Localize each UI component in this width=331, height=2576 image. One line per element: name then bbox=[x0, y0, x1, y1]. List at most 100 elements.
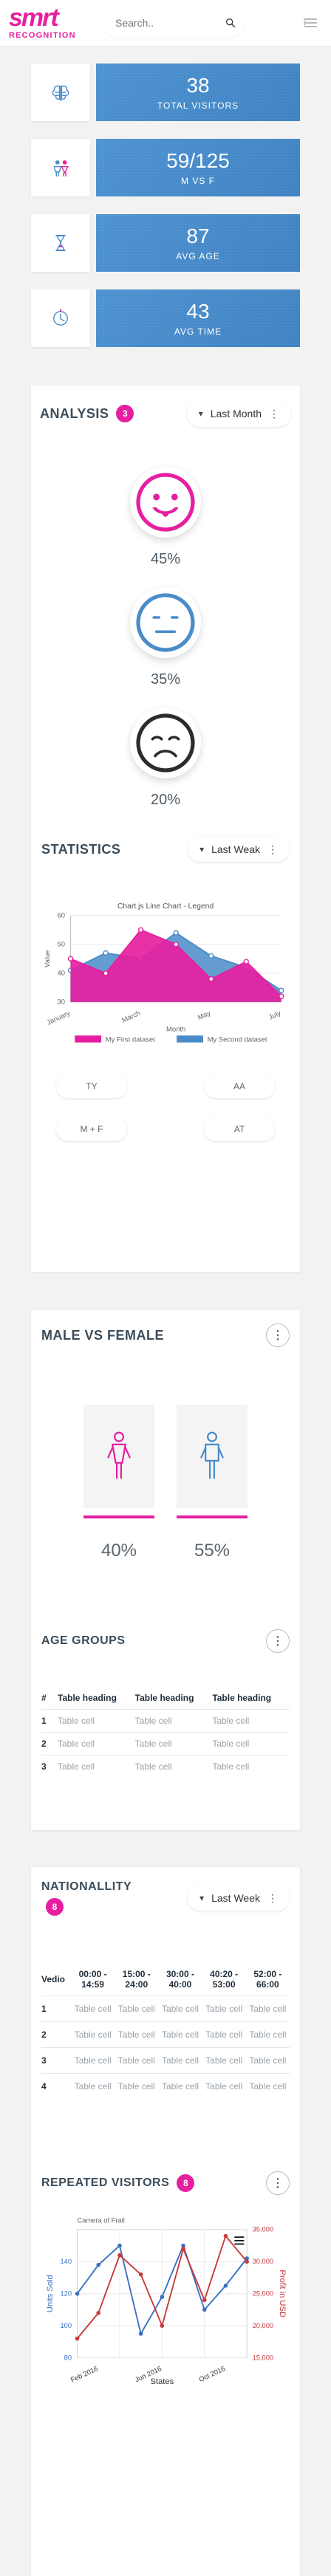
row-index: 3 bbox=[41, 1761, 47, 1772]
repeat-point bbox=[75, 2336, 80, 2341]
stats-legend-label: My First dataset bbox=[106, 1036, 156, 1044]
table-cell: Table cell bbox=[205, 2055, 243, 2066]
stats-legend-swatch bbox=[177, 1035, 203, 1043]
male-icon bbox=[200, 1431, 224, 1479]
nationality-card: NATIONALLITY 8 ▾ Last Week ⋮ Vedio 00:00… bbox=[31, 1867, 300, 2576]
nationality-header: NATIONALLITY 8 ▾ Last Week ⋮ bbox=[41, 1880, 290, 1916]
repeated-visitors-badge: 8 bbox=[177, 2174, 195, 2192]
happy-face bbox=[130, 467, 201, 538]
statistics-range-label: Last Weak bbox=[211, 843, 260, 855]
repeat-x-label: States bbox=[150, 2377, 174, 2386]
nationality-range-dropdown[interactable]: ▾ Last Week ⋮ bbox=[188, 1885, 290, 1911]
table-cell: Table cell bbox=[161, 2081, 199, 2092]
stats-x-tick: March bbox=[120, 1010, 141, 1025]
menu-collapse-button[interactable] bbox=[298, 11, 322, 35]
app-logo: smrt RECOGNITION bbox=[9, 5, 98, 40]
table-cell: Table cell bbox=[249, 2029, 287, 2040]
repeat-right-tick: 15,000 bbox=[253, 2354, 274, 2361]
table-cell: Table cell bbox=[249, 2004, 287, 2014]
stat-total-visitors[interactable]: 38 TOTAL VISITORS bbox=[31, 64, 300, 121]
repeated-visitors-menu[interactable]: ⋮ bbox=[266, 2171, 290, 2195]
table-cell: Table cell bbox=[249, 2055, 287, 2066]
table-cell: Table cell bbox=[74, 2055, 112, 2066]
male-vs-female-header: MALE VS FEMALE ⋮ bbox=[41, 1323, 290, 1347]
clock-icon bbox=[53, 309, 68, 326]
stat-avg-time[interactable]: 43 AVG TIME bbox=[31, 290, 300, 347]
stat-label: TOTAL VISITORS bbox=[157, 100, 239, 111]
repeat-point bbox=[117, 2253, 122, 2258]
stat-number: 43 bbox=[186, 300, 210, 323]
analysis-range-dropdown[interactable]: ▾ Last Month ⋮ bbox=[186, 400, 291, 427]
male-underline bbox=[177, 1515, 248, 1518]
male-vs-female-menu[interactable]: ⋮ bbox=[266, 1323, 290, 1347]
table-row: 2 Table cell Table cell Table cell bbox=[41, 1732, 290, 1755]
search-bar[interactable] bbox=[103, 8, 244, 38]
analysis-title-wrap: ANALYSIS 3 bbox=[40, 405, 134, 422]
stats-point bbox=[208, 953, 214, 959]
stats-button-at[interactable]: AT bbox=[204, 1117, 275, 1141]
table-heading: Vedio bbox=[41, 1974, 66, 1984]
stat-avg-age[interactable]: 87 AVG AGE bbox=[31, 214, 300, 272]
stat-icon-box bbox=[31, 139, 90, 196]
female-icon bbox=[107, 1431, 131, 1479]
row-index: 2 bbox=[41, 1739, 47, 1749]
stat-value-box: 38 TOTAL VISITORS bbox=[96, 64, 300, 121]
stats-point bbox=[243, 959, 249, 965]
stat-m-vs-f[interactable]: 59/125 M VS F bbox=[31, 139, 300, 196]
table-heading: Table heading bbox=[134, 1693, 194, 1703]
stats-y-tick: 50 bbox=[58, 941, 66, 949]
stats-button-aa[interactable]: AA bbox=[204, 1075, 275, 1098]
repeat-point bbox=[160, 2295, 165, 2299]
stat-value-box: 87 AVG AGE bbox=[96, 214, 300, 272]
nationality-title: NATIONALLITY bbox=[41, 1880, 132, 1893]
repeated-visitors-title: REPEATED VISITORS bbox=[41, 2176, 170, 2189]
repeat-point bbox=[245, 2259, 249, 2264]
table-row: 1 Table cell Table cell Table cell bbox=[41, 1709, 290, 1733]
repeat-point bbox=[160, 2323, 165, 2328]
row-index: 3 bbox=[41, 2055, 47, 2066]
repeated-visitors-chart-wrap: Camera of Frail 80 100 120 140 15,000 20,000 25… bbox=[41, 2205, 290, 2397]
table-heading: 30:00 - 40:00 bbox=[166, 1969, 194, 1990]
neutral-face-icon bbox=[136, 593, 195, 652]
stats-button-mf[interactable]: M + F bbox=[56, 1117, 127, 1141]
stats-point bbox=[279, 987, 284, 993]
stats-point bbox=[103, 970, 109, 976]
analysis-badge: 3 bbox=[116, 405, 134, 422]
table-cell: Table cell bbox=[212, 1716, 250, 1726]
stats-button-ty[interactable]: TY bbox=[56, 1075, 127, 1098]
female-percent: 40% bbox=[100, 1541, 137, 1561]
repeat-right-tick: 30,000 bbox=[253, 2258, 274, 2265]
age-groups-menu[interactable]: ⋮ bbox=[266, 1629, 290, 1653]
stats-point bbox=[208, 976, 214, 982]
stats-point bbox=[103, 950, 109, 956]
sad-face-icon bbox=[136, 713, 195, 773]
age-groups-header: AGE GROUPS ⋮ bbox=[41, 1629, 290, 1653]
row-index: 1 bbox=[41, 2004, 47, 2014]
table-cell: Table cell bbox=[134, 1761, 172, 1772]
chart-menu-icon[interactable] bbox=[234, 2243, 245, 2245]
stats-legend-label: My Second dataset bbox=[208, 1036, 267, 1044]
stats-chart-title: Chart.js Line Chart - Legend bbox=[117, 902, 214, 911]
repeat-left-label: Units Sold bbox=[46, 2275, 55, 2312]
age-groups-table: # Table heading Table heading Table head… bbox=[41, 1687, 290, 1778]
table-header-row: # Table heading Table heading Table head… bbox=[41, 1687, 290, 1710]
repeat-chart-title: Camera of Frail bbox=[78, 2217, 125, 2224]
table-cell: Table cell bbox=[74, 2004, 112, 2014]
repeat-point bbox=[96, 2310, 101, 2315]
row-index: 2 bbox=[41, 2029, 47, 2040]
search-input[interactable] bbox=[114, 16, 217, 30]
row-index: 4 bbox=[41, 2081, 47, 2092]
stats-point bbox=[173, 930, 179, 936]
neutral-face bbox=[130, 587, 201, 658]
chart-menu-icon[interactable] bbox=[234, 2239, 245, 2241]
table-cell: Table cell bbox=[205, 2004, 243, 2014]
mood-happy: 45% bbox=[130, 467, 201, 568]
analysis-range-label: Last Month bbox=[210, 408, 262, 419]
search-icon[interactable] bbox=[225, 17, 236, 29]
caret-down-icon: ▾ bbox=[199, 844, 205, 854]
table-heading: 52:00 - 66:00 bbox=[253, 1969, 282, 1990]
stats-point bbox=[173, 941, 179, 948]
stat-value-box: 59/125 M VS F bbox=[96, 139, 300, 196]
chart-menu-icon[interactable] bbox=[234, 2236, 245, 2238]
statistics-range-dropdown[interactable]: ▾ Last Weak ⋮ bbox=[188, 837, 290, 862]
